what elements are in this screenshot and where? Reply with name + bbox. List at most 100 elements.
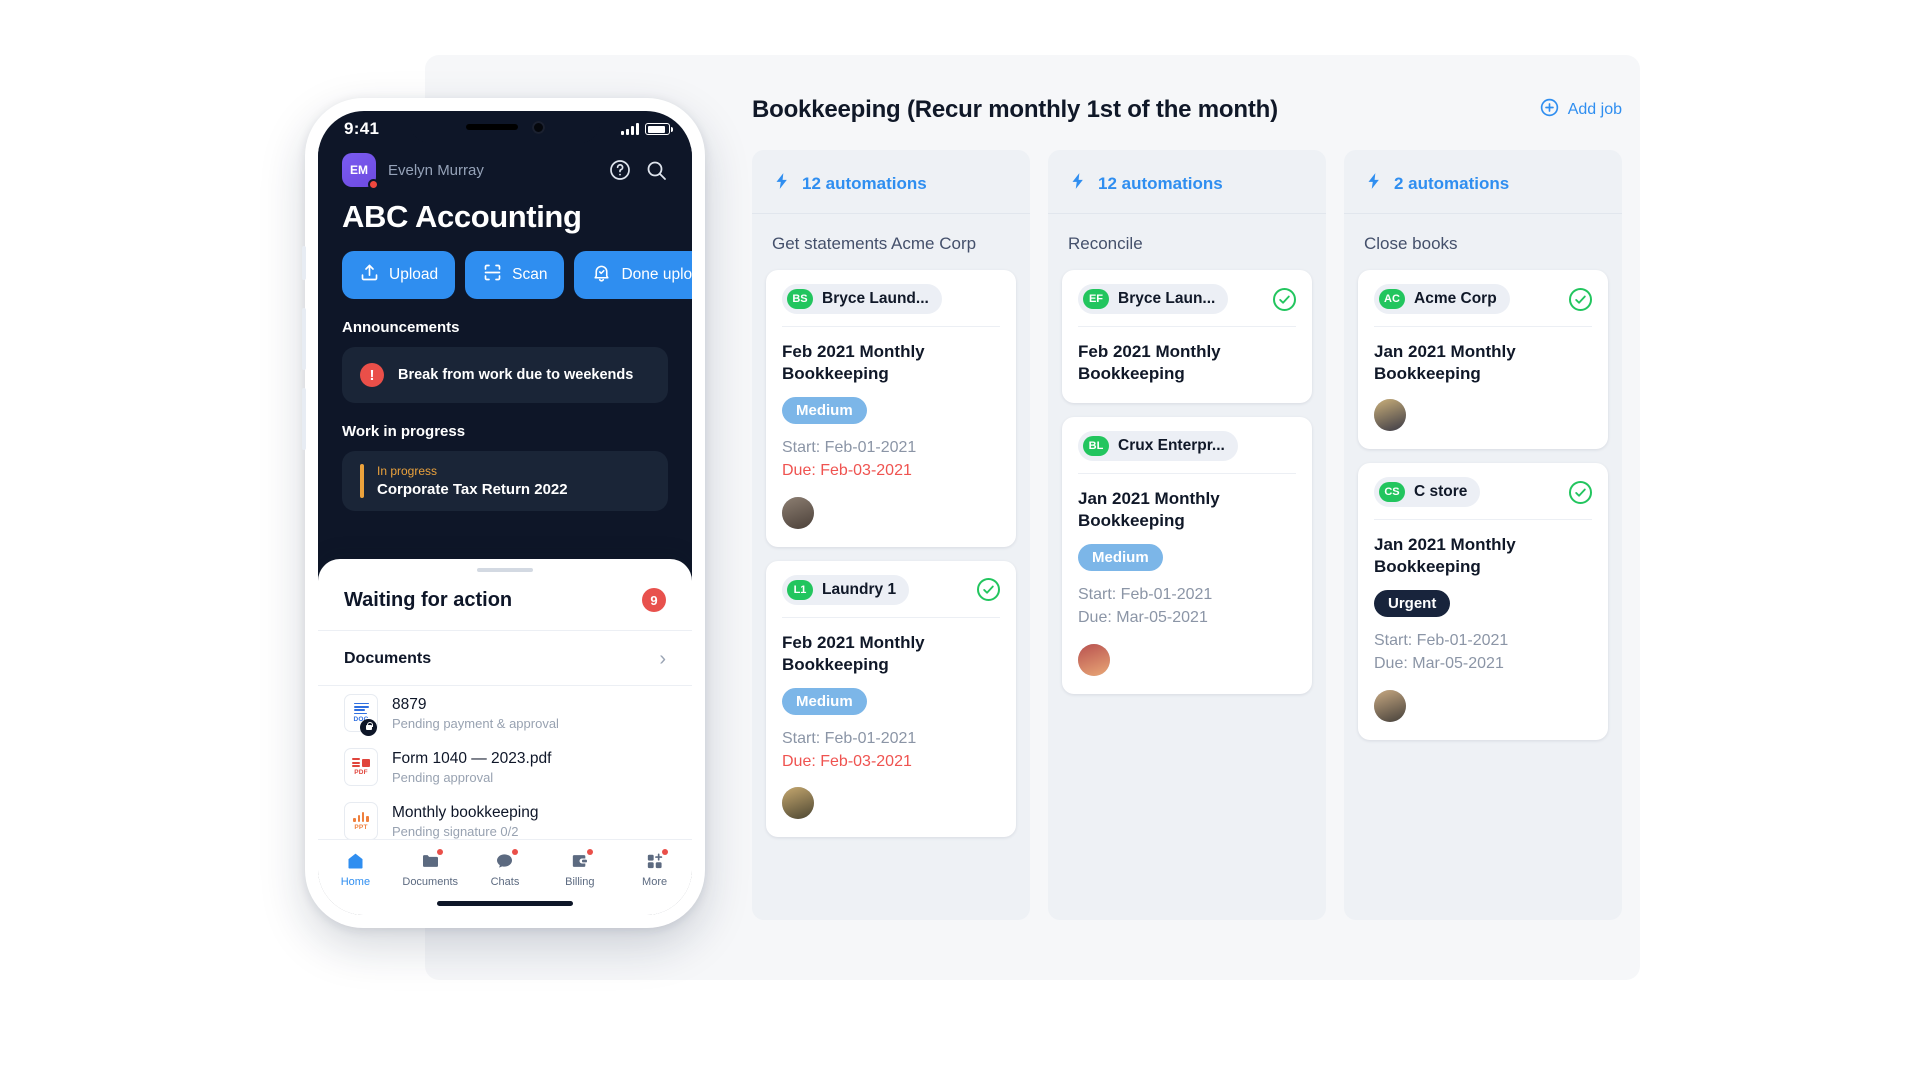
client-initials-badge: BS [787, 289, 813, 309]
job-card[interactable]: CS C store Jan 2021 Monthly Bookkeeping … [1358, 463, 1608, 740]
waiting-count-badge: 9 [642, 588, 666, 612]
scan-label: Scan [512, 266, 548, 283]
client-name: Bryce Laund... [822, 290, 929, 307]
upload-label: Upload [389, 266, 439, 283]
job-card[interactable]: AC Acme Corp Jan 2021 Monthly Bookkeepin… [1358, 270, 1608, 450]
client-pill[interactable]: BS Bryce Laund... [782, 284, 942, 314]
job-card[interactable]: L1 Laundry 1 Feb 2021 Monthly Bookkeepin… [766, 560, 1016, 838]
priority-badge: Medium [1078, 544, 1163, 572]
kanban-column-2: 12 automations Reconcile EF Bryce Laun..… [1048, 150, 1326, 920]
column-name: Get statements Acme Corp [772, 234, 977, 253]
column-cards: AC Acme Corp Jan 2021 Monthly Bookkeepin… [1344, 270, 1622, 740]
assignee-avatar[interactable] [1374, 399, 1406, 432]
add-job-button[interactable]: Add job [1539, 97, 1622, 123]
folder-icon [419, 849, 444, 871]
pdf-glyph [352, 757, 370, 768]
job-card[interactable]: BL Crux Enterpr... Jan 2021 Monthly Book… [1062, 417, 1312, 694]
scan-button[interactable]: Scan [465, 251, 565, 299]
lightning-icon [1068, 170, 1088, 197]
lightning-icon [772, 170, 792, 197]
sheet-title: Waiting for action [344, 588, 513, 611]
work-in-progress-item[interactable]: In progress Corporate Tax Return 2022 [342, 451, 668, 511]
notification-dot [437, 849, 444, 855]
assignee-avatar[interactable] [782, 787, 814, 820]
kanban-column-1: 12 automations Get statements Acme Corp … [752, 150, 1030, 920]
document-status: Pending approval [392, 770, 494, 786]
column-automations[interactable]: 12 automations [1048, 150, 1326, 214]
priority-wrap: Medium [782, 385, 1000, 425]
documents-section-header[interactable]: Documents › [318, 631, 692, 685]
column-cards: EF Bryce Laun... Feb 2021 Monthly Bookke… [1048, 270, 1326, 694]
phone-mockup: 9:41 EM Evelyn Murray ABC Accounting Upl… [302, 98, 705, 928]
search-icon[interactable] [644, 158, 668, 182]
ppt-bars [353, 811, 369, 822]
column-automations[interactable]: 12 automations [752, 150, 1030, 214]
phone-dark-section: EM Evelyn Murray ABC Accounting Upload S… [318, 147, 692, 527]
upload-button[interactable]: Upload [342, 251, 456, 299]
phone-screen: 9:41 EM Evelyn Murray ABC Accounting Upl… [318, 111, 692, 915]
home-indicator [437, 901, 573, 906]
assignee-avatar[interactable] [1374, 689, 1406, 722]
column-automations[interactable]: 2 automations [1344, 150, 1622, 214]
completed-check-icon[interactable] [1569, 287, 1592, 311]
tab-chats[interactable]: Chats [468, 849, 543, 888]
client-name: Acme Corp [1414, 290, 1497, 307]
client-initials-badge: AC [1379, 289, 1405, 309]
bell-check-icon [591, 262, 612, 288]
tab-billing-label: Billing [565, 876, 595, 888]
priority-badge: Medium [782, 687, 867, 715]
work-in-progress-heading: Work in progress [342, 423, 466, 440]
document-name: Monthly bookkeeping [392, 803, 539, 821]
work-item-title: Corporate Tax Return 2022 [377, 481, 568, 498]
client-pill[interactable]: AC Acme Corp [1374, 284, 1510, 314]
job-card[interactable]: EF Bryce Laun... Feb 2021 Monthly Bookke… [1062, 270, 1312, 404]
client-pill[interactable]: BL Crux Enterpr... [1078, 431, 1238, 462]
tab-more[interactable]: More [617, 849, 692, 888]
notification-dot [586, 849, 593, 855]
job-title: Jan 2021 Monthly Bookkeeping [1374, 342, 1516, 384]
upload-icon [359, 262, 380, 288]
tab-chats-label: Chats [490, 876, 520, 888]
kanban-column-3: 2 automations Close books AC Acme Corp J… [1344, 150, 1622, 920]
completed-check-icon[interactable] [977, 578, 1000, 602]
tab-billing[interactable]: Billing [542, 849, 617, 888]
add-job-label: Add job [1567, 101, 1622, 118]
lock-icon [360, 719, 377, 736]
column-cards: BS Bryce Laund... Feb 2021 Monthly Bookk… [752, 270, 1030, 838]
done-uploading-label: Done uploading [621, 266, 692, 283]
assignee-avatar[interactable] [782, 496, 814, 529]
board-header: Bookkeeping (Recur monthly 1st of the mo… [752, 96, 1622, 124]
card-header: L1 Laundry 1 [782, 574, 1000, 618]
list-item[interactable]: PDF Form 1040 — 2023.pdf Pending approva… [318, 740, 692, 794]
page-title: ABC Accounting [342, 199, 582, 234]
start-date: Start: Feb-01-2021 [782, 439, 917, 457]
completed-check-icon[interactable] [1273, 287, 1296, 311]
assignee-avatar[interactable] [1078, 643, 1110, 676]
announcements-heading: Announcements [342, 319, 460, 336]
chevron-right-icon[interactable]: › [659, 649, 666, 669]
tab-home[interactable]: Home [318, 850, 393, 888]
tab-home-label: Home [340, 876, 371, 888]
ppt-file-icon: PPT [344, 802, 378, 840]
doc-type-tag: PDF [354, 769, 368, 777]
help-icon[interactable] [608, 158, 632, 182]
notification-dot [511, 849, 518, 855]
due-date: Due: Feb-03-2021 [782, 461, 912, 479]
card-header: CS C store [1374, 477, 1592, 521]
done-uploading-button[interactable]: Done uploading [574, 251, 692, 299]
priority-wrap: Urgent [1374, 578, 1592, 618]
status-badge: In progress [377, 464, 438, 478]
client-initials-badge: L1 [787, 579, 813, 600]
completed-check-icon[interactable] [1569, 480, 1592, 504]
client-pill[interactable]: L1 Laundry 1 [782, 574, 910, 605]
client-name: Crux Enterpr... [1118, 437, 1225, 455]
job-card[interactable]: BS Bryce Laund... Feb 2021 Monthly Bookk… [766, 270, 1016, 547]
avatar[interactable]: EM [342, 153, 379, 190]
client-pill[interactable]: EF Bryce Laun... [1078, 284, 1229, 314]
client-pill[interactable]: CS C store [1374, 477, 1481, 508]
due-date: Due: Mar-05-2021 [1078, 609, 1208, 627]
tab-documents[interactable]: Documents [393, 849, 468, 888]
announcement-item[interactable]: ! Break from work due to weekends [342, 347, 668, 403]
start-date: Start: Feb-01-2021 [1078, 586, 1213, 604]
list-item[interactable]: DOC 8879 Pending payment & approval [318, 686, 692, 740]
